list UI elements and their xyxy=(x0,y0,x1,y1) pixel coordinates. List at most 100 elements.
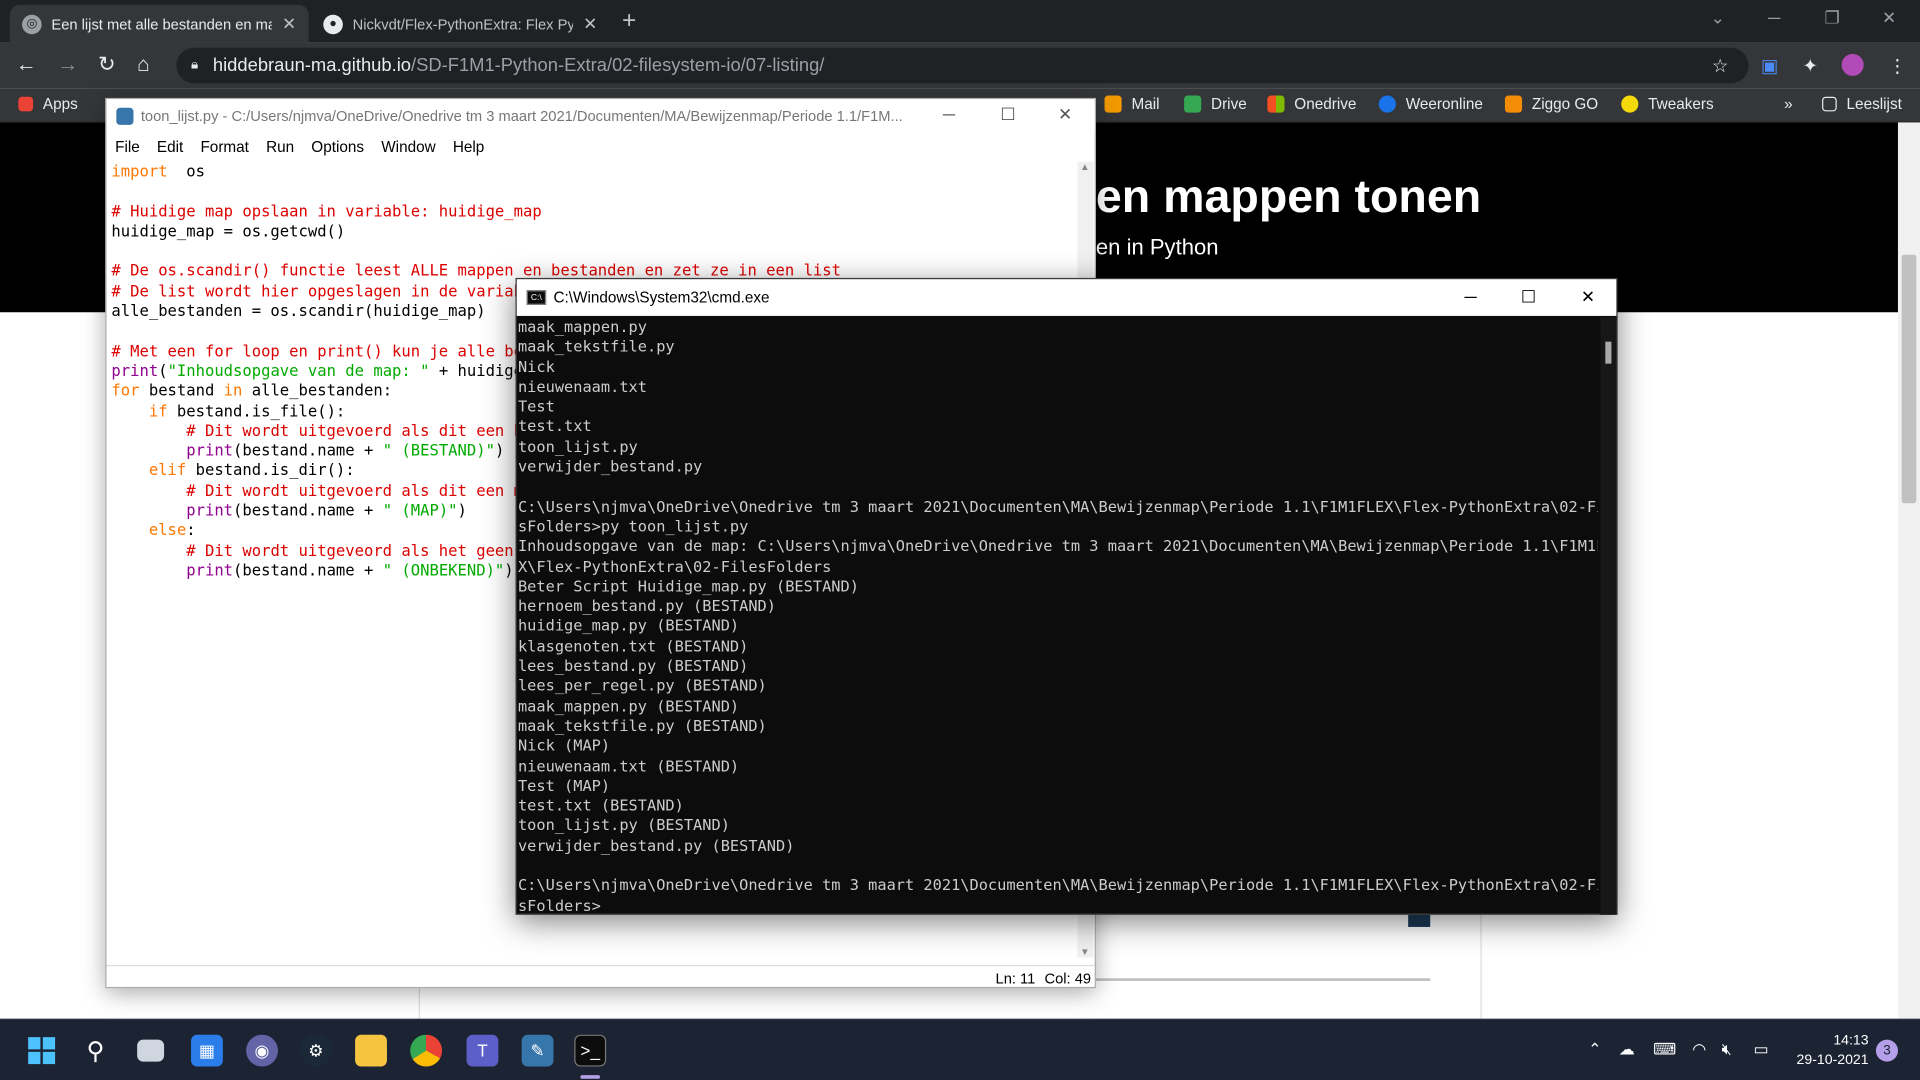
cmd-title-bar[interactable]: C:\ C:\Windows\System32\cmd.exe ─ ☐ ✕ xyxy=(516,279,1617,316)
cmd-window-title: C:\Windows\System32\cmd.exe xyxy=(553,288,770,307)
tab-github[interactable]: ● Nickvdt/Flex-PythonExtra: Flex Python … xyxy=(311,5,610,43)
console-line: sFolders>py toon_lijst.py xyxy=(517,516,749,536)
profile-avatar[interactable] xyxy=(1841,53,1864,76)
menu-window[interactable]: Window xyxy=(373,135,445,159)
start-icon[interactable] xyxy=(26,1035,58,1067)
keyboard-icon[interactable]: ⌨ xyxy=(1653,1040,1676,1060)
extensions-icon[interactable]: ✦ xyxy=(1802,55,1817,77)
code-token: huidige_map = os.getcwd() xyxy=(111,221,346,240)
code-token: bestand.is_file(): xyxy=(167,401,346,420)
reload-icon[interactable]: ↻ xyxy=(98,53,115,77)
code-token: # Huidige map opslaan in variable: huidi… xyxy=(111,201,542,220)
console-line: X\Flex-PythonExtra\02-FilesFolders xyxy=(517,556,832,575)
code-token: bestand xyxy=(139,381,224,400)
code-token: if xyxy=(148,401,168,420)
menu-icon[interactable]: ⋮ xyxy=(1888,55,1906,77)
bookmark-label: Weeronline xyxy=(1405,95,1483,113)
tab-active[interactable]: ◎ Een lijst met alle bestanden en mappen… xyxy=(9,4,309,43)
close-window-icon[interactable]: ✕ xyxy=(1882,7,1896,28)
bookmark-drive[interactable]: Drive xyxy=(1184,95,1247,113)
maximize-icon[interactable]: ☐ xyxy=(1521,287,1536,308)
idle-icon[interactable]: ✎ xyxy=(521,1034,554,1067)
scrollbar-thumb[interactable] xyxy=(1605,341,1612,364)
code-token: " (BESTAND)" xyxy=(382,441,495,460)
minimize-icon[interactable]: ─ xyxy=(1768,7,1780,27)
notification-badge[interactable]: 3 xyxy=(1875,1039,1898,1062)
forward-icon[interactable]: → xyxy=(58,53,79,77)
bookmark-onedrive[interactable]: Onedrive xyxy=(1267,95,1357,113)
reading-list[interactable]: Leeslijst xyxy=(1822,96,1902,113)
new-tab-button[interactable]: + xyxy=(622,7,636,35)
task-view-icon[interactable] xyxy=(137,1039,165,1062)
page-scrollbar[interactable] xyxy=(1897,122,1920,1019)
chat-icon[interactable]: ◉ xyxy=(246,1034,278,1067)
close-icon[interactable]: ✕ xyxy=(1581,287,1595,308)
menu-file[interactable]: File xyxy=(107,135,149,159)
code-token: print xyxy=(111,361,159,380)
bookmark-weeronline[interactable]: Weeronline xyxy=(1378,95,1483,113)
console-line: toon_lijst.py (BESTAND) xyxy=(517,816,730,835)
widgets-icon[interactable]: ▦ xyxy=(191,1034,223,1067)
volume-muted-icon[interactable]: 🔇︎ xyxy=(1722,1040,1732,1060)
console-scrollbar[interactable] xyxy=(1600,317,1617,915)
back-icon[interactable]: ← xyxy=(16,53,37,77)
steam-icon[interactable]: ⚙ xyxy=(300,1034,332,1067)
console-line: Nick (MAP) xyxy=(517,736,611,755)
bookmark-label: Onedrive xyxy=(1294,95,1357,113)
bookmark-apps[interactable]: Apps xyxy=(18,96,78,113)
wifi-icon[interactable]: ◠ xyxy=(1692,1040,1706,1060)
weather-tray-icon[interactable]: ☁ xyxy=(1619,1040,1635,1060)
clock[interactable]: 14:13 29-10-2021 xyxy=(1795,1031,1869,1070)
tab-search-icon[interactable]: ⌄ xyxy=(1711,7,1725,28)
code-token: os xyxy=(167,161,205,181)
maximize-icon[interactable]: ☐ xyxy=(1000,104,1015,125)
file-explorer-icon[interactable] xyxy=(355,1034,387,1067)
search-icon[interactable]: ⚲ xyxy=(80,1035,112,1067)
restore-icon[interactable]: ❐ xyxy=(1825,7,1840,28)
menu-format[interactable]: Format xyxy=(192,135,258,159)
bookmark-label: Tweakers xyxy=(1648,95,1714,113)
teams-icon[interactable]: T xyxy=(466,1034,499,1067)
console-line: hernoem_bestand.py (BESTAND) xyxy=(517,596,776,615)
console-line: C:\Users\njmva\OneDrive\Onedrive tm 3 ma… xyxy=(517,496,1598,516)
idle-title-bar[interactable]: toon_lijst.py - C:/Users/njmva/OneDrive/… xyxy=(106,99,1095,134)
chrome-icon[interactable] xyxy=(410,1034,443,1067)
code-token: " (MAP)" xyxy=(382,500,458,520)
code-token: " (ONBEKEND)" xyxy=(382,560,505,580)
menu-options[interactable]: Options xyxy=(303,135,373,159)
bookmarks-overflow[interactable]: » xyxy=(1784,96,1793,113)
address-bar[interactable]: 🔒︎ hiddebraun-ma.github.io /SD-F1M1-Pyth… xyxy=(176,47,1749,84)
chevron-up-icon[interactable]: ⌃ xyxy=(1588,1040,1601,1060)
console-line: sFolders> xyxy=(517,895,601,915)
translate-icon[interactable]: ▣ xyxy=(1761,55,1778,77)
console-line: C:\Users\njmva\OneDrive\Onedrive tm 3 ma… xyxy=(517,875,1598,895)
menu-edit[interactable]: Edit xyxy=(148,135,192,159)
bookmark-tweakers[interactable]: Tweakers xyxy=(1621,95,1714,113)
terminal-icon[interactable]: >_ xyxy=(574,1034,607,1067)
bookmark-ziggo[interactable]: Ziggo GO xyxy=(1504,95,1599,113)
code-token: (bestand.name + xyxy=(233,441,383,460)
reading-list-icon xyxy=(1822,96,1837,112)
scrollbar-thumb[interactable] xyxy=(1901,254,1917,504)
console-line: nieuwenaam.txt (BESTAND) xyxy=(517,756,740,775)
home-icon[interactable]: ⌂ xyxy=(137,53,150,77)
minimize-icon[interactable]: ─ xyxy=(943,104,955,124)
bookmark-star-icon[interactable]: ☆ xyxy=(1712,55,1728,77)
code-token: in xyxy=(223,381,243,400)
close-tab-icon[interactable]: ✕ xyxy=(282,13,296,34)
scroll-up-icon[interactable]: ▲ xyxy=(1080,162,1090,173)
code-token: ) xyxy=(457,500,467,520)
console-output[interactable]: maak_mappen.py maak_tekstfile.py Nick nieuw… xyxy=(518,317,1598,915)
code-token: (bestand.name + xyxy=(233,560,383,580)
battery-icon[interactable]: ▭ xyxy=(1753,1040,1768,1060)
bookmark-label: Ziggo GO xyxy=(1531,95,1599,113)
bookmark-mail[interactable]: Mail xyxy=(1104,95,1160,113)
console-line: verwijder_bestand.py (BESTAND) xyxy=(517,835,795,855)
scroll-down-icon[interactable]: ▼ xyxy=(1080,947,1090,958)
minimize-icon[interactable]: ─ xyxy=(1465,287,1477,307)
console-line: Beter Script Huidige_map.py (BESTAND) xyxy=(517,576,859,595)
close-tab-icon[interactable]: ✕ xyxy=(583,13,597,34)
close-icon[interactable]: ✕ xyxy=(1058,104,1072,125)
menu-help[interactable]: Help xyxy=(444,135,493,159)
menu-run[interactable]: Run xyxy=(258,135,303,159)
